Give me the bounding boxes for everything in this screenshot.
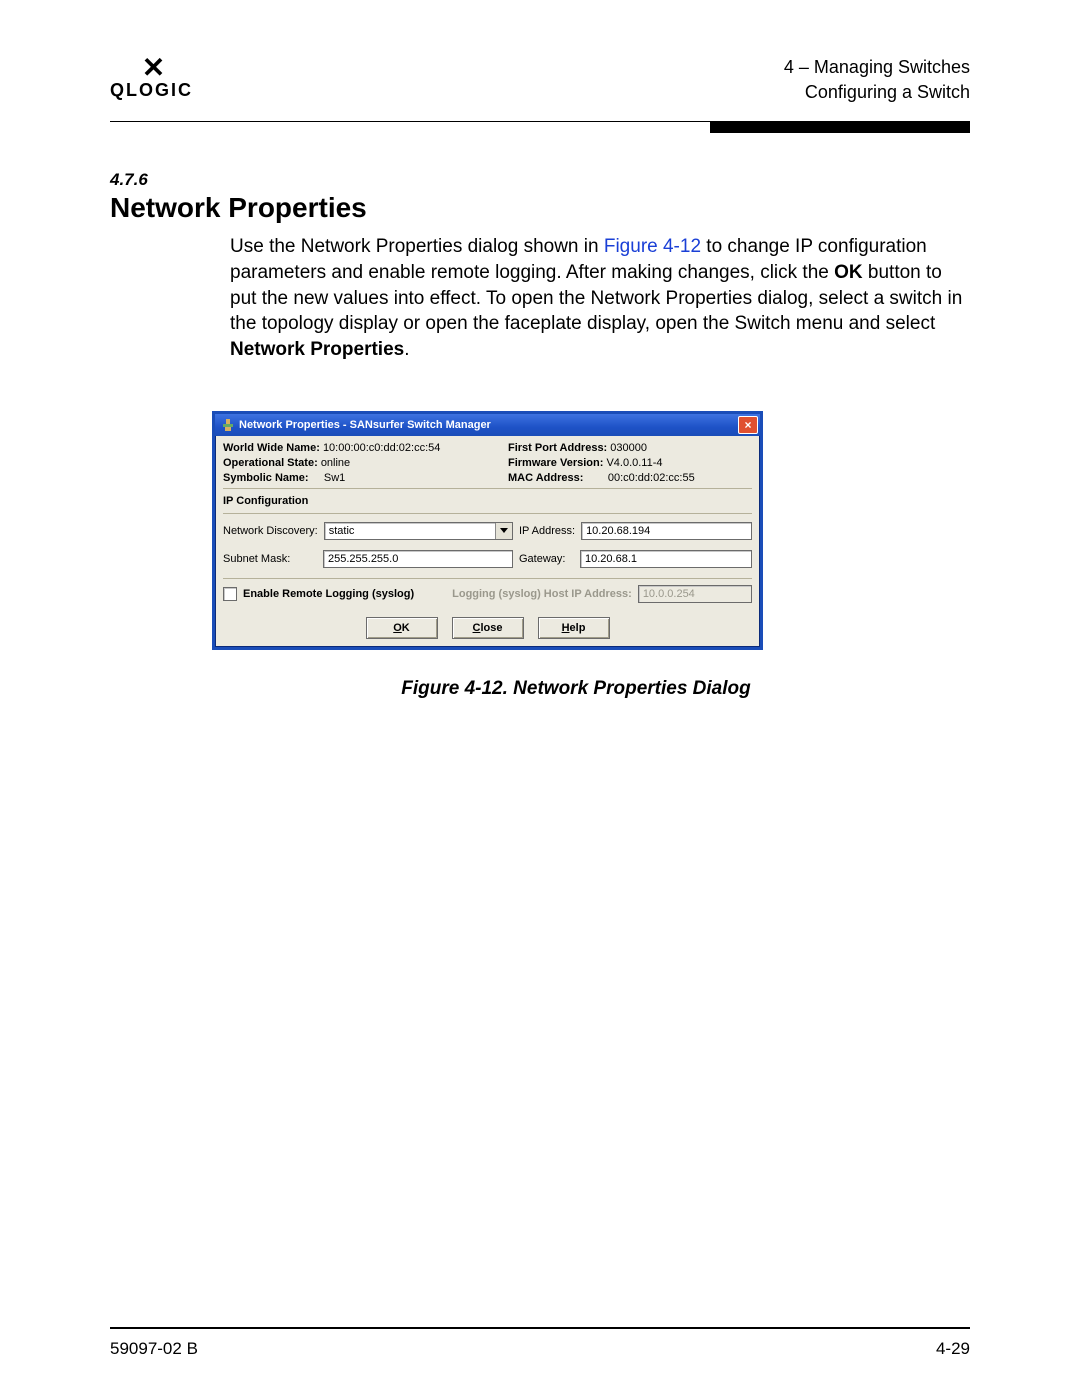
close-icon[interactable]: × <box>738 416 758 434</box>
network-properties-dialog: Network Properties - SANsurfer Switch Ma… <box>212 411 763 650</box>
section-number: 4.7.6 <box>110 170 970 190</box>
opstate-label: Operational State: <box>223 457 318 469</box>
dialog-titlebar[interactable]: Network Properties - SANsurfer Switch Ma… <box>215 414 760 436</box>
logo-text: QLOGIC <box>110 81 193 99</box>
fpa-value: 030000 <box>610 442 647 454</box>
fw-value: V4.0.0.11-4 <box>606 457 662 469</box>
mac-value: 00:c0:dd:02:cc:55 <box>608 472 695 484</box>
ip-config-label: IP Configuration <box>223 488 752 509</box>
syslog-host-input: 10.0.0.254 <box>638 585 752 603</box>
subnet-input[interactable]: 255.255.255.0 <box>323 550 513 568</box>
info-grid: World Wide Name: 10:00:00:c0:dd:02:cc:54… <box>223 442 752 484</box>
discovery-value: static <box>329 525 355 537</box>
wwn-value: 10:00:00:c0:dd:02:cc:54 <box>323 442 440 454</box>
syslog-host-label: Logging (syslog) Host IP Address: <box>452 588 632 600</box>
fpa-label: First Port Address: <box>508 442 607 454</box>
app-icon <box>221 418 235 432</box>
ip-label: IP Address: <box>519 525 575 537</box>
page-header: ✕ QLOGIC 4 – Managing Switches Configuri… <box>110 55 970 115</box>
help-button[interactable]: Help <box>538 617 610 639</box>
chevron-down-icon[interactable] <box>495 523 512 539</box>
figure-caption: Figure 4-12. Network Properties Dialog <box>182 678 970 700</box>
symname-value: Sw1 <box>324 472 345 484</box>
ok-button[interactable]: OK <box>366 617 438 639</box>
section-paragraph: Use the Network Properties dialog shown … <box>230 234 970 362</box>
discovery-label: Network Discovery: <box>223 525 318 537</box>
mac-label: MAC Address: <box>508 472 583 484</box>
chapter-line2: Configuring a Switch <box>784 80 970 105</box>
section-title: Network Properties <box>110 192 970 224</box>
footer-rule <box>110 1327 970 1329</box>
footer-right: 4-29 <box>936 1339 970 1359</box>
close-button[interactable]: Close <box>452 617 524 639</box>
header-rule <box>110 121 970 134</box>
chapter-line1: 4 – Managing Switches <box>784 55 970 80</box>
opstate-value: online <box>321 457 350 469</box>
fw-label: Firmware Version: <box>508 457 603 469</box>
dialog-title: Network Properties - SANsurfer Switch Ma… <box>239 419 738 431</box>
enable-syslog-label: Enable Remote Logging (syslog) <box>243 588 414 600</box>
logo-glyph: ✕ <box>142 55 161 83</box>
footer-left: 59097-02 B <box>110 1339 198 1359</box>
qlogic-logo: ✕ QLOGIC <box>110 55 193 99</box>
gw-label: Gateway: <box>519 553 574 565</box>
discovery-combo[interactable]: static <box>324 522 513 540</box>
ip-input[interactable]: 10.20.68.194 <box>581 522 752 540</box>
enable-syslog-checkbox[interactable] <box>223 587 237 601</box>
figure-link[interactable]: Figure 4-12 <box>604 236 701 257</box>
wwn-label: World Wide Name: <box>223 442 320 454</box>
gw-input[interactable]: 10.20.68.1 <box>580 550 752 568</box>
subnet-label: Subnet Mask: <box>223 553 317 565</box>
page-footer: 59097-02 B 4-29 <box>110 1339 970 1359</box>
chapter-path: 4 – Managing Switches Configuring a Swit… <box>784 55 970 105</box>
symname-label: Symbolic Name: <box>223 472 309 484</box>
